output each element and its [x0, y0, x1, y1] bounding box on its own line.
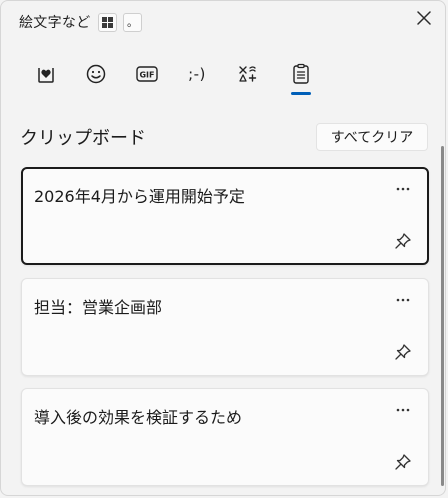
clipboard-item[interactable]: 導入後の効果を検証するため — [21, 388, 429, 486]
clipboard-title: クリップボード — [20, 128, 146, 149]
clipboard-item-text: 2026年4月から運用開始予定 — [34, 187, 245, 206]
more-options-button[interactable] — [392, 403, 414, 417]
wink-icon: ;-) — [188, 65, 206, 83]
close-icon — [417, 11, 431, 25]
windows-key-icon — [98, 13, 117, 32]
clipboard-item[interactable]: 担当：営業企画部 — [21, 278, 429, 376]
clipboard-icon — [293, 63, 309, 84]
gif-label: GIF — [139, 71, 154, 80]
clipboard-item[interactable]: 2026年4月から運用開始予定 — [21, 167, 429, 265]
clipboard-item-text: 担当：営業企画部 — [34, 298, 163, 317]
tab-symbols[interactable] — [228, 58, 268, 90]
pin-icon — [395, 454, 411, 470]
heart-note-icon — [38, 68, 54, 83]
tab-emoji[interactable] — [26, 58, 66, 90]
period-key-badge: 。 — [123, 13, 142, 32]
pin-icon — [395, 344, 411, 360]
gif-icon: GIF — [136, 66, 158, 82]
more-icon — [396, 298, 410, 302]
tab-kaomoji[interactable] — [76, 58, 116, 90]
panel-title: 絵文字など — [19, 15, 91, 31]
more-options-button[interactable] — [392, 293, 414, 307]
selected-tab-indicator — [291, 92, 311, 95]
category-tabs: GIF ;-) — [0, 58, 448, 98]
pin-button[interactable] — [394, 343, 412, 361]
tab-text-emoticon[interactable]: ;-) — [177, 58, 217, 90]
smiley-icon — [86, 64, 106, 84]
pin-icon — [395, 233, 411, 249]
pin-button[interactable] — [394, 232, 412, 250]
tab-clipboard[interactable] — [281, 58, 321, 90]
more-icon — [396, 408, 410, 412]
clear-all-button[interactable]: すべてクリア — [316, 123, 428, 151]
clipboard-item-text: 導入後の効果を検証するため — [34, 408, 243, 427]
close-button[interactable] — [414, 8, 434, 28]
pin-button[interactable] — [394, 453, 412, 471]
symbols-icon — [239, 66, 257, 82]
tab-gif[interactable]: GIF — [127, 58, 167, 90]
more-options-button[interactable] — [392, 182, 414, 196]
scrollbar[interactable] — [441, 146, 444, 486]
more-icon — [396, 187, 410, 191]
